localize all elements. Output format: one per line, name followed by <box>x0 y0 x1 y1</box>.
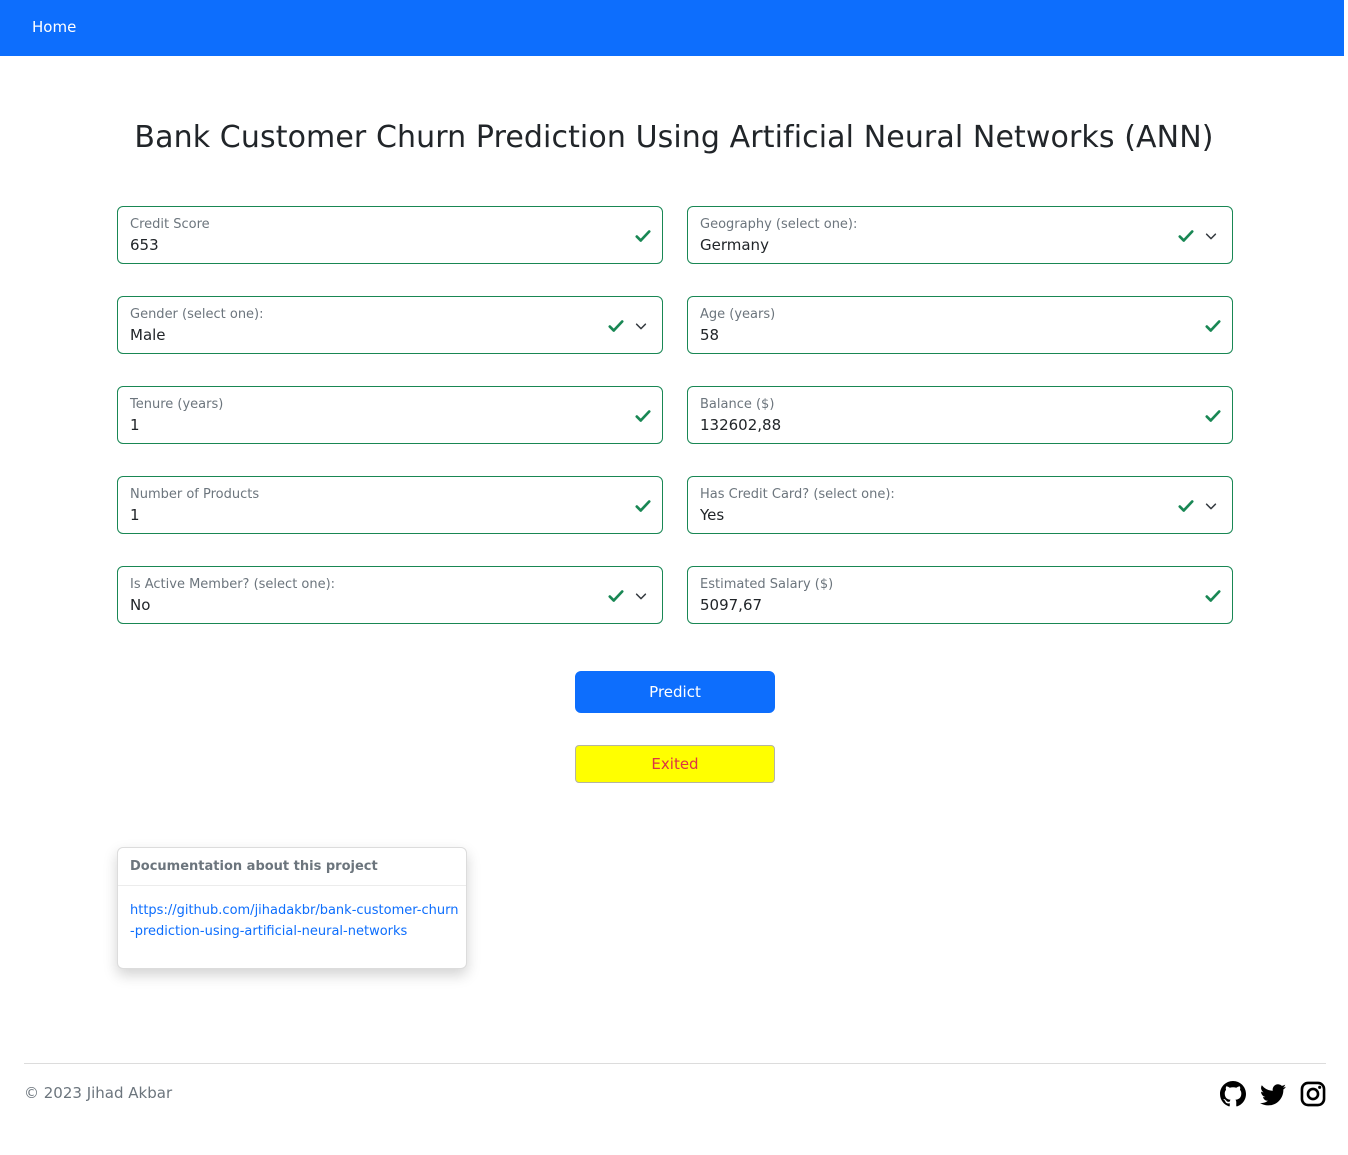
chevron-down-icon[interactable] <box>634 589 648 603</box>
credit-score-label: Credit Score <box>130 217 210 232</box>
valid-check-icon <box>635 500 651 512</box>
valid-check-icon <box>608 320 624 332</box>
gender-label: Gender (select one): <box>130 307 264 322</box>
valid-check-icon <box>1178 230 1194 242</box>
geography-value: Germany <box>700 236 769 254</box>
prediction-result: Exited <box>575 745 775 783</box>
valid-check-icon <box>1205 410 1221 422</box>
page-title: Bank Customer Churn Prediction Using Art… <box>134 120 1214 155</box>
nav-home-link[interactable]: Home <box>32 18 76 36</box>
geography-label: Geography (select one): <box>700 217 858 232</box>
has-credit-card-label: Has Credit Card? (select one): <box>700 487 895 502</box>
balance-field[interactable]: Balance ($) 132602,88 <box>687 386 1233 444</box>
has-credit-card-select[interactable]: Has Credit Card? (select one): Yes <box>687 476 1233 534</box>
valid-check-icon <box>635 230 651 242</box>
github-icon[interactable] <box>1220 1081 1246 1107</box>
is-active-member-value: No <box>130 596 151 614</box>
documentation-link[interactable]: https://github.com/jihadakbr/bank-custom… <box>130 900 460 942</box>
footer-divider <box>24 1063 1326 1064</box>
chevron-down-icon[interactable] <box>1204 499 1218 513</box>
is-active-member-select[interactable]: Is Active Member? (select one): No <box>117 566 663 624</box>
num-products-label: Number of Products <box>130 487 260 502</box>
chevron-down-icon[interactable] <box>634 319 648 333</box>
gender-select[interactable]: Gender (select one): Male <box>117 296 663 354</box>
has-credit-card-value: Yes <box>700 506 725 524</box>
gender-value: Male <box>130 326 166 344</box>
is-active-member-label: Is Active Member? (select one): <box>130 577 336 592</box>
num-products-field[interactable]: Number of Products 1 <box>117 476 663 534</box>
geography-select[interactable]: Geography (select one): Germany <box>687 206 1233 264</box>
balance-input[interactable]: 132602,88 <box>700 416 781 434</box>
credit-score-field[interactable]: Credit Score 653 <box>117 206 663 264</box>
copyright-text: © 2023 Jihad Akbar <box>24 1084 173 1102</box>
valid-check-icon <box>1205 590 1221 602</box>
valid-check-icon <box>1205 320 1221 332</box>
balance-label: Balance ($) <box>700 397 775 412</box>
instagram-icon[interactable] <box>1300 1081 1326 1107</box>
credit-score-input[interactable]: 653 <box>130 236 159 254</box>
age-field[interactable]: Age (years) 58 <box>687 296 1233 354</box>
age-label: Age (years) <box>700 307 776 322</box>
age-input[interactable]: 58 <box>700 326 719 344</box>
estimated-salary-label: Estimated Salary ($) <box>700 577 834 592</box>
tenure-label: Tenure (years) <box>130 397 224 412</box>
tenure-field[interactable]: Tenure (years) 1 <box>117 386 663 444</box>
valid-check-icon <box>635 410 651 422</box>
estimated-salary-field[interactable]: Estimated Salary ($) 5097,67 <box>687 566 1233 624</box>
valid-check-icon <box>608 590 624 602</box>
predict-button[interactable]: Predict <box>575 671 775 713</box>
chevron-down-icon[interactable] <box>1204 229 1218 243</box>
twitter-icon[interactable] <box>1260 1081 1286 1107</box>
documentation-header: Documentation about this project <box>118 848 466 886</box>
valid-check-icon <box>1178 500 1194 512</box>
num-products-input[interactable]: 1 <box>130 506 140 524</box>
tenure-input[interactable]: 1 <box>130 416 140 434</box>
estimated-salary-input[interactable]: 5097,67 <box>700 596 762 614</box>
navbar: Home <box>0 0 1344 56</box>
documentation-card: Documentation about this project https:/… <box>117 847 467 969</box>
